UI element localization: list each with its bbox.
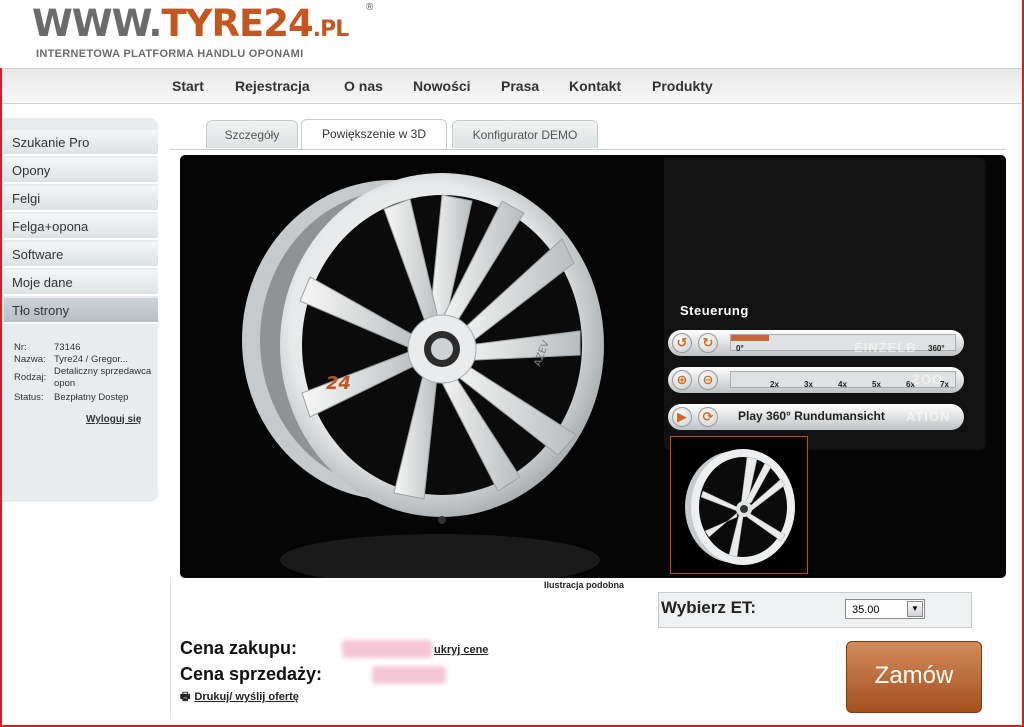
nav-o-nas[interactable]: O nas — [344, 78, 383, 94]
nav-nowosci[interactable]: Nowości — [413, 78, 471, 94]
logout-link[interactable]: Wyloguj się — [86, 414, 141, 425]
logo-tagline: INTERNETOWA PLATFORMA HANDLU OPONAMI — [36, 48, 304, 60]
thumbnail-wheel-icon — [685, 449, 795, 565]
et-select[interactable]: 35.00 ▼ — [845, 599, 925, 619]
sale-price-label: Cena sprzedaży: — [180, 664, 323, 684]
zoom-out-icon[interactable]: ⊖ — [698, 370, 718, 390]
nav-start[interactable]: Start — [172, 78, 204, 94]
sidebar-item-szukanie-pro[interactable]: Szukanie Pro — [4, 130, 158, 156]
nav-rejestracja[interactable]: Rejestracja — [235, 78, 310, 94]
zoom-control: ⊕ ⊖ 2x 3x 4x 5x 6x ZOO 7x — [668, 367, 964, 393]
nav-produkty[interactable]: Produkty — [652, 78, 713, 94]
sidebar-item-opony[interactable]: Opony — [4, 158, 158, 184]
order-button[interactable]: Zamów — [846, 641, 982, 713]
controls-title: Steuerung — [680, 303, 749, 318]
et-selector: Wybierz ET: 35.00 ▼ — [658, 592, 972, 628]
tab-konfigurator-demo[interactable]: Konfigurator DEMO — [452, 120, 598, 148]
et-value: 35.00 — [852, 604, 880, 616]
sale-price-hidden — [372, 666, 446, 684]
main-nav: Start Rejestracja O nas Nowości Prasa Ko… — [2, 68, 1022, 104]
site-logo[interactable]: WWW.TYRE24.PL ® INTERNETOWA PLATFORMA HA… — [32, 2, 382, 64]
sidebar: Szukanie Pro Opony Felgi Felga+opona Sof… — [2, 118, 158, 502]
et-label: Wybierz ET: — [661, 598, 757, 617]
sidebar-item-felgi[interactable]: Felgi — [4, 186, 158, 212]
header: WWW.TYRE24.PL ® INTERNETOWA PLATFORMA HA… — [0, 0, 1022, 68]
zoom-tick-5x: 5x — [872, 380, 881, 389]
wheel-thumbnail[interactable] — [670, 436, 808, 574]
rotate-end-label: 360° — [928, 344, 945, 353]
tab-szczegoly[interactable]: Szczegóły — [206, 120, 298, 148]
sidebar-item-moje-dane[interactable]: Moje dane — [4, 270, 158, 296]
rotate-right-icon[interactable]: ↻ — [698, 333, 718, 353]
play-ghost-text: ATION — [906, 409, 951, 424]
rotate-slider-fill — [731, 335, 770, 341]
registered-mark: ® — [366, 2, 374, 13]
tab-divider — [170, 149, 1006, 150]
zoom-ghost-text: ZOO — [912, 372, 944, 387]
zoom-tick-3x: 3x — [804, 380, 813, 389]
chevron-down-icon[interactable]: ▼ — [907, 601, 923, 617]
zoom-tick-2x: 2x — [770, 380, 779, 389]
play-360-label[interactable]: Play 360° Rundumansicht — [738, 409, 885, 423]
rotate-ghost-text: EINZELB — [854, 340, 917, 355]
zoom-in-icon[interactable]: ⊕ — [672, 370, 692, 390]
play-control: ▶ ⟳ Play 360° Rundumansicht ATION — [668, 404, 964, 430]
print-offer-link[interactable]: 🖶 Drukuj/ wyślij ofertę — [180, 688, 299, 707]
play-icon[interactable]: ▶ — [672, 407, 692, 427]
content-divider — [170, 578, 171, 718]
hide-price-link[interactable]: ukryj cene — [434, 644, 488, 656]
loop-icon[interactable]: ⟳ — [698, 407, 718, 427]
rotate-control: ↺ ↻ 0° EINZELB 360° — [668, 330, 964, 356]
zoom-tick-4x: 4x — [838, 380, 847, 389]
rotate-slider[interactable] — [730, 334, 956, 351]
purchase-price-label: Cena zakupu: — [180, 638, 298, 658]
purchase-price-hidden — [342, 640, 432, 658]
sidebar-item-felga-opona[interactable]: Felga+opona — [4, 214, 158, 240]
nav-prasa[interactable]: Prasa — [501, 78, 539, 94]
logo-text: WWW.TYRE24.PL — [32, 2, 349, 45]
rim-brand-mark: 24 — [326, 373, 351, 394]
tab-powiekszenie-3d[interactable]: Powiększenie w 3D — [301, 119, 447, 149]
printer-icon: 🖶 — [180, 691, 191, 703]
product-tabs: Szczegóły Powiększenie w 3D Konfigurator… — [170, 118, 1006, 150]
zoom-tick-7x: 7x — [940, 380, 949, 389]
illustration-caption: Ilustracja podobna — [544, 580, 625, 590]
sidebar-item-software[interactable]: Software — [4, 242, 158, 268]
rotate-left-icon[interactable]: ↺ — [672, 333, 692, 353]
rotate-start-label: 0° — [736, 344, 744, 353]
sidebar-item-tlo-strony[interactable]: Tło strony — [4, 298, 158, 324]
nav-kontakt[interactable]: Kontakt — [569, 78, 621, 94]
